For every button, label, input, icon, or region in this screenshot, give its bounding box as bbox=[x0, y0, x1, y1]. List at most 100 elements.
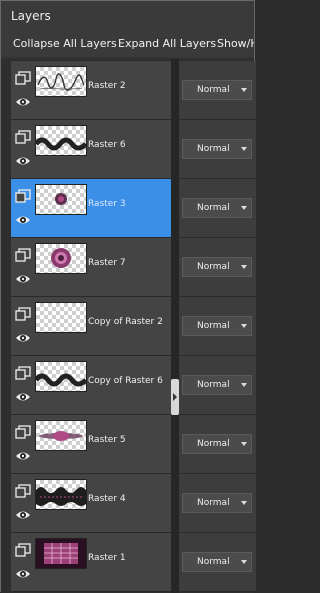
blend-mode-select[interactable]: Normal bbox=[182, 375, 252, 395]
layer-blend-cell: Normal bbox=[179, 533, 256, 592]
layer-row[interactable]: Raster 5 Normal bbox=[1, 415, 256, 474]
layer-thumbnail bbox=[35, 125, 87, 156]
layer-row[interactable]: Raster 3 Normal bbox=[1, 179, 256, 238]
layer-blend-cell: Normal bbox=[179, 238, 256, 297]
layer-item[interactable]: Copy of Raster 6 bbox=[11, 356, 171, 415]
layer-type-icon[interactable] bbox=[15, 129, 31, 144]
visibility-eye-icon[interactable] bbox=[15, 566, 31, 580]
visibility-eye-icon[interactable] bbox=[15, 330, 31, 344]
layer-name: Raster 1 bbox=[88, 553, 126, 563]
layer-blend-cell: Normal bbox=[179, 61, 256, 120]
layer-type-icon[interactable] bbox=[15, 483, 31, 498]
layer-thumbnail bbox=[35, 243, 87, 274]
visibility-eye-icon[interactable] bbox=[15, 448, 31, 462]
blend-mode-value: Normal bbox=[197, 557, 230, 567]
blend-mode-select[interactable]: Normal bbox=[182, 434, 252, 454]
layer-blend-cell: Normal bbox=[179, 415, 256, 474]
layer-item[interactable]: Copy of Raster 2 bbox=[11, 297, 171, 356]
layer-blend-cell: Normal bbox=[179, 297, 256, 356]
chevron-down-icon bbox=[241, 265, 247, 269]
layer-blend-cell: Normal bbox=[179, 356, 256, 415]
layer-name: Raster 3 bbox=[88, 199, 126, 209]
layer-name: Raster 2 bbox=[88, 81, 126, 91]
layer-item[interactable]: Raster 5 bbox=[11, 415, 171, 474]
layer-thumbnail bbox=[35, 420, 87, 451]
layer-item[interactable]: Raster 3 bbox=[11, 179, 171, 238]
layer-row[interactable]: Raster 4 Normal bbox=[1, 474, 256, 533]
chevron-down-icon bbox=[241, 560, 247, 564]
blend-mode-select[interactable]: Normal bbox=[182, 316, 252, 336]
layer-row[interactable]: Raster 1 Normal bbox=[1, 533, 256, 592]
blend-mode-select[interactable]: Normal bbox=[182, 198, 252, 218]
layer-name: Raster 5 bbox=[88, 435, 126, 445]
chevron-down-icon bbox=[241, 147, 247, 151]
panel-splitter-handle[interactable] bbox=[171, 379, 179, 415]
blend-mode-value: Normal bbox=[197, 203, 230, 213]
expand-all-layers-button[interactable]: Expand All Layers bbox=[118, 31, 216, 57]
layer-row[interactable]: Copy of Raster 2 Normal bbox=[1, 297, 256, 356]
visibility-eye-icon[interactable] bbox=[15, 507, 31, 521]
blend-mode-select[interactable]: Normal bbox=[182, 139, 252, 159]
visibility-eye-icon[interactable] bbox=[15, 94, 31, 108]
visibility-eye-icon[interactable] bbox=[15, 153, 31, 167]
layer-row[interactable]: Copy of Raster 6 Normal bbox=[1, 356, 256, 415]
layer-blend-cell: Normal bbox=[179, 120, 256, 179]
layer-item[interactable]: Raster 2 bbox=[11, 61, 171, 120]
layer-thumbnail bbox=[35, 66, 87, 97]
layer-type-icon[interactable] bbox=[15, 247, 31, 262]
blend-mode-value: Normal bbox=[197, 439, 230, 449]
layer-item[interactable]: Raster 7 bbox=[11, 238, 171, 297]
blend-mode-select[interactable]: Normal bbox=[182, 80, 252, 100]
layer-item[interactable]: Raster 1 bbox=[11, 533, 171, 592]
expand-arrow-icon bbox=[173, 393, 177, 401]
visibility-eye-icon[interactable] bbox=[15, 389, 31, 403]
chevron-down-icon bbox=[241, 324, 247, 328]
layers-toolbar: Collapse All Layers Expand All Layers Sh… bbox=[1, 31, 254, 57]
layer-thumbnail bbox=[35, 184, 87, 215]
blend-mode-value: Normal bbox=[197, 144, 230, 154]
layer-type-icon[interactable] bbox=[15, 306, 31, 321]
layer-name: Copy of Raster 2 bbox=[88, 317, 163, 327]
layer-thumbnail bbox=[35, 538, 87, 569]
chevron-down-icon bbox=[241, 383, 247, 387]
collapse-all-layers-button[interactable]: Collapse All Layers bbox=[13, 31, 117, 57]
layer-type-icon[interactable] bbox=[15, 424, 31, 439]
layers-panel: Layers Collapse All Layers Expand All La… bbox=[0, 0, 256, 593]
layer-thumbnail bbox=[35, 302, 87, 333]
layer-thumbnail bbox=[35, 361, 87, 392]
panel-title: Layers bbox=[1, 1, 254, 31]
layer-blend-cell: Normal bbox=[179, 179, 256, 238]
layer-blend-cell: Normal bbox=[179, 474, 256, 533]
layer-thumbnail bbox=[35, 479, 87, 510]
visibility-eye-icon[interactable] bbox=[15, 271, 31, 285]
layer-type-icon[interactable] bbox=[15, 365, 31, 380]
visibility-eye-icon[interactable] bbox=[15, 212, 31, 226]
blend-mode-value: Normal bbox=[197, 321, 230, 331]
layer-list: Raster 2 Normal Raster 6 Normal Raster 3 Norm… bbox=[1, 59, 256, 593]
blend-mode-select[interactable]: Normal bbox=[182, 257, 252, 277]
blend-mode-value: Normal bbox=[197, 498, 230, 508]
layer-type-icon[interactable] bbox=[15, 542, 31, 557]
layer-name: Raster 6 bbox=[88, 140, 126, 150]
blend-mode-value: Normal bbox=[197, 262, 230, 272]
layer-type-icon[interactable] bbox=[15, 188, 31, 203]
chevron-down-icon bbox=[241, 88, 247, 92]
blend-mode-select[interactable]: Normal bbox=[182, 552, 252, 572]
layer-row[interactable]: Raster 6 Normal bbox=[1, 120, 256, 179]
layer-name: Raster 7 bbox=[88, 258, 126, 268]
chevron-down-icon bbox=[241, 442, 247, 446]
layer-type-icon[interactable] bbox=[15, 70, 31, 85]
blend-mode-value: Normal bbox=[197, 380, 230, 390]
list-gutter bbox=[171, 59, 179, 593]
layer-item[interactable]: Raster 6 bbox=[11, 120, 171, 179]
layer-name: Raster 4 bbox=[88, 494, 126, 504]
blend-mode-value: Normal bbox=[197, 85, 230, 95]
layer-row[interactable]: Raster 7 Normal bbox=[1, 238, 256, 297]
layer-name: Copy of Raster 6 bbox=[88, 376, 163, 386]
chevron-down-icon bbox=[241, 501, 247, 505]
layer-item[interactable]: Raster 4 bbox=[11, 474, 171, 533]
chevron-down-icon bbox=[241, 206, 247, 210]
blend-mode-select[interactable]: Normal bbox=[182, 493, 252, 513]
layer-row[interactable]: Raster 2 Normal bbox=[1, 61, 256, 120]
show-hide-button[interactable]: Show/H bbox=[217, 31, 254, 57]
